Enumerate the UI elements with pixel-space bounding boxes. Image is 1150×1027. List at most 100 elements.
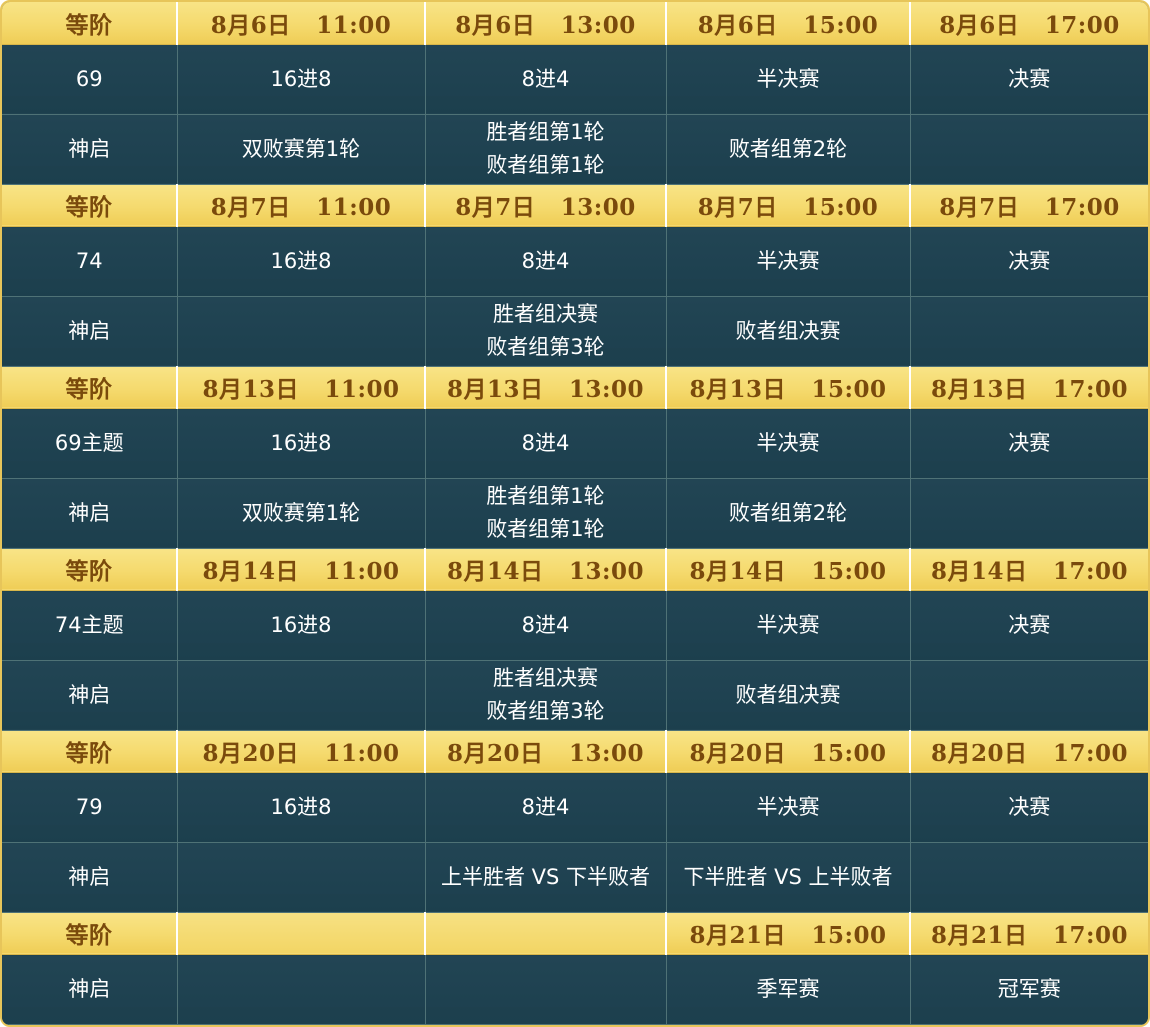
tier-label: 神启 [2,296,178,367]
match-label: 双败赛第1轮 [241,136,361,161]
match-cell: 上半胜者 VS 下半败者 [425,842,667,913]
tier-column-header: 等阶 [2,2,178,45]
match-label: 败者组第2轮 [728,500,848,525]
time-slot-header: 8月7日 15:00 [666,184,911,228]
time-slot-header: 8月6日 11:00 [177,2,426,45]
match-cell: 8进4 [425,772,667,843]
match-cell: 8进4 [425,44,667,115]
match-cell: 16进8 [177,226,426,297]
match-label: 16进8 [270,430,332,455]
header-row: 等阶 8月20日 11:00 8月20日 13:00 8月20日 15:00 8月20日… [2,730,1148,774]
header-row: 等阶 8月13日 11:00 8月13日 13:00 8月13日 15:00 8月13日… [2,366,1148,410]
match-cell: 8进4 [425,226,667,297]
match-cell: 8进4 [425,590,667,661]
schedule-table: 等阶 8月6日 11:00 8月6日 13:00 8月6日 15:00 8月6日 17:… [2,2,1148,1025]
time-slot-header: 8月20日 11:00 [177,730,426,774]
match-label: 败者组决赛 [735,682,841,707]
tier-label: 神启 [2,114,178,185]
match-label: 8进4 [521,66,570,91]
tier-column-header: 等阶 [2,730,178,774]
tier-column-header: 等阶 [2,184,178,228]
match-cell: 决赛 [910,408,1148,479]
tier-column-header: 等阶 [2,912,178,956]
match-label: 8进4 [521,430,570,455]
match-label: 败者组第2轮 [728,136,848,161]
match-cell [177,842,426,913]
match-cell [177,954,426,1025]
match-label: 半决赛 [756,430,820,455]
tier-label: 神启 [2,842,178,913]
match-cell [910,478,1148,549]
match-cell: 半决赛 [666,772,911,843]
match-label: 16进8 [270,612,332,637]
match-cell: 败者组第2轮 [666,478,911,549]
match-cell [910,660,1148,731]
match-cell [177,296,426,367]
time-slot-header: 8月14日 13:00 [425,548,667,592]
match-cell: 下半胜者 VS 上半败者 [666,842,911,913]
time-slot-header: 8月13日 17:00 [910,366,1148,410]
match-cell: 双败赛第1轮 [177,478,426,549]
tier-label: 74主题 [2,590,178,661]
schedule-row: 69 16进8 8进4 半决赛 决赛 [2,44,1148,115]
tier-column-header: 等阶 [2,366,178,410]
match-cell: 决赛 [910,226,1148,297]
match-cell: 16进8 [177,408,426,479]
time-slot-header: 8月7日 13:00 [425,184,667,228]
match-cell: 双败赛第1轮 [177,114,426,185]
schedule-row: 神启 上半胜者 VS 下半败者 下半胜者 VS 上半败者 [2,842,1148,913]
match-label: 决赛 [1008,66,1051,91]
time-slot-header: 8月14日 17:00 [910,548,1148,592]
schedule-row: 神启 胜者组决赛 败者组第3轮 败者组决赛 [2,660,1148,731]
match-cell: 半决赛 [666,590,911,661]
time-slot-header: 8月13日 15:00 [666,366,911,410]
match-cell [425,954,667,1025]
header-row: 等阶 8月14日 11:00 8月14日 13:00 8月14日 15:00 8月14日… [2,548,1148,592]
match-cell [910,114,1148,185]
match-cell: 胜者组第1轮 败者组第1轮 [425,478,667,549]
match-cell: 胜者组第1轮 败者组第1轮 [425,114,667,185]
match-cell: 决赛 [910,590,1148,661]
tier-label: 神启 [2,478,178,549]
match-label: 16进8 [270,66,332,91]
match-label: 胜者组第1轮 [486,484,605,509]
match-cell: 8进4 [425,408,667,479]
schedule-row: 79 16进8 8进4 半决赛 决赛 [2,772,1148,843]
match-label: 胜者组第1轮 [486,120,605,145]
schedule-row: 神启 双败赛第1轮 胜者组第1轮 败者组第1轮 败者组第2轮 [2,114,1148,185]
time-slot-header: 8月14日 15:00 [666,548,911,592]
time-slot-header [177,912,426,956]
match-label: 16进8 [270,248,332,273]
match-label: 败者组第3轮 [486,699,605,724]
match-label: 半决赛 [756,66,820,91]
time-slot-header: 8月6日 13:00 [425,2,667,45]
match-label: 上半胜者 VS 下半败者 [440,864,651,889]
tier-label: 神启 [2,954,178,1025]
match-cell: 决赛 [910,772,1148,843]
match-label: 败者组第3轮 [486,335,605,360]
match-label: 半决赛 [756,612,820,637]
match-label: 半决赛 [756,248,820,273]
match-label: 8进4 [521,248,570,273]
match-cell: 冠军赛 [910,954,1148,1025]
match-cell: 胜者组决赛败者组第3轮 [425,296,667,367]
match-label: 8进4 [521,794,570,819]
time-slot-header: 8月20日 15:00 [666,730,911,774]
tier-label: 69 [2,44,178,115]
tier-label: 神启 [2,660,178,731]
match-cell: 半决赛 [666,226,911,297]
tier-column-header: 等阶 [2,548,178,592]
match-label: 冠军赛 [997,977,1061,1002]
schedule-row: 74主题 16进8 8进4 半决赛 决赛 [2,590,1148,661]
match-label: 季军赛 [756,977,820,1002]
time-slot-header: 8月6日 17:00 [910,2,1148,45]
schedule-row: 74 16进8 8进4 半决赛 决赛 [2,226,1148,297]
time-slot-header [425,912,667,956]
match-cell: 败者组决赛 [666,296,911,367]
match-cell: 季军赛 [666,954,911,1025]
match-label: 胜者组决赛 [493,302,598,327]
match-label: 败者组第1轮 [486,153,605,178]
time-slot-header: 8月13日 13:00 [425,366,667,410]
tier-label: 74 [2,226,178,297]
schedule-frame: 等阶 8月6日 11:00 8月6日 13:00 8月6日 15:00 8月6日 17:… [0,0,1150,1027]
